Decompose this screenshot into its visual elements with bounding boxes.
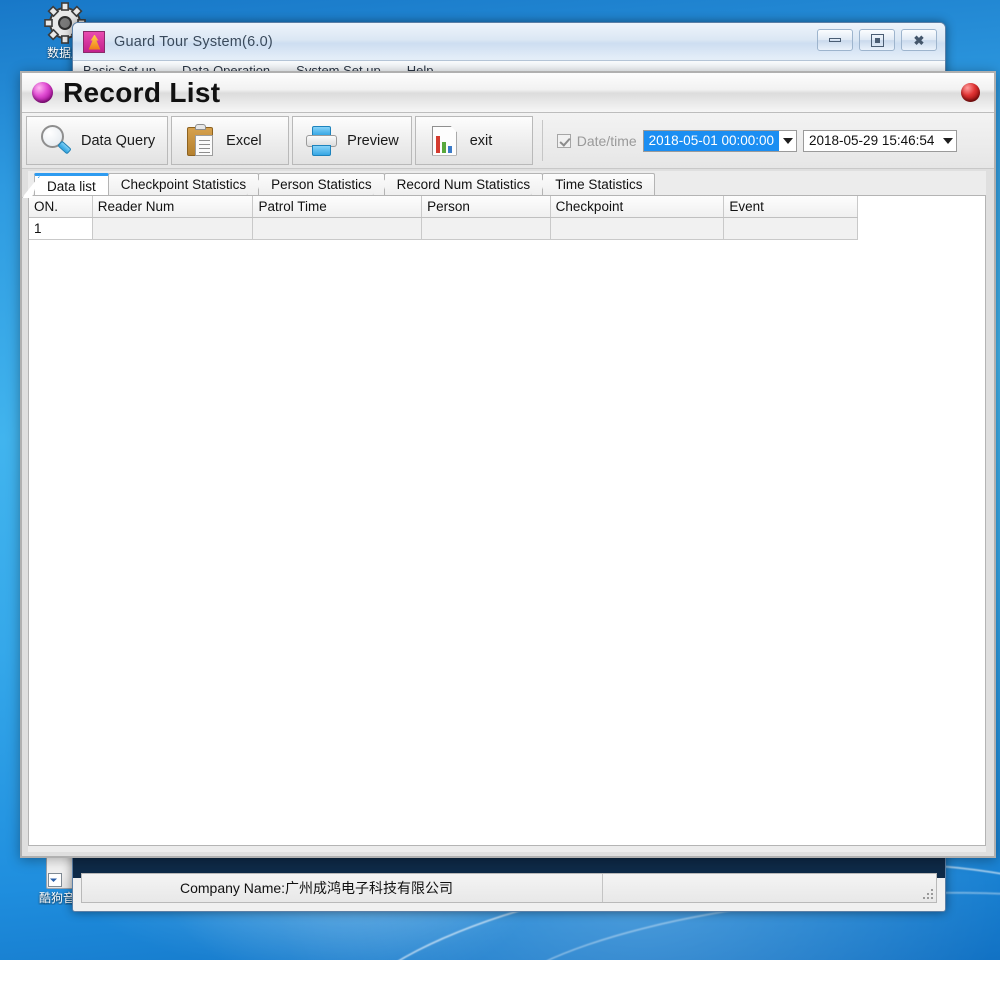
tab-person-statistics[interactable]: Person Statistics — [258, 173, 385, 195]
cell-reader-num — [92, 217, 254, 240]
company-name-label: Company Name:广州成鸿电子科技有限公司 — [180, 880, 454, 896]
date-to-dropdown-icon[interactable] — [939, 130, 957, 151]
column-header-patrol-time[interactable]: Patrol Time — [252, 196, 423, 218]
record-list-title: Record List — [63, 76, 221, 108]
date-to-value: 2018-05-29 15:46:54 — [809, 132, 935, 148]
statusbar-divider — [602, 874, 603, 902]
tab-data-list[interactable]: Data list — [34, 173, 109, 195]
chart-document-icon — [428, 124, 462, 158]
maximize-icon — [870, 33, 884, 47]
date-to-field[interactable]: 2018-05-29 15:46:54 — [803, 129, 958, 152]
record-list-content: Data list Checkpoint Statistics Person S… — [28, 171, 986, 846]
clipboard-icon — [184, 123, 218, 158]
cell-patrol-time — [252, 217, 423, 240]
column-header-event[interactable]: Event — [723, 196, 858, 218]
datetime-checkbox-label: Date/time — [576, 132, 637, 149]
purple-orb-icon — [32, 82, 53, 103]
cell-checkpoint — [550, 217, 725, 240]
data-query-button[interactable]: Data Query — [26, 116, 169, 165]
app-icon — [83, 30, 105, 53]
tab-label: Person Statistics — [271, 177, 372, 192]
exit-button[interactable]: exit — [414, 116, 533, 165]
excel-button[interactable]: Excel — [171, 116, 290, 165]
screen-bottom-strip — [0, 960, 1000, 1000]
preview-label: Preview — [347, 132, 399, 149]
datetime-filter-group: Date/time 2018-05-01 00:00:00 2018-05-29… — [551, 116, 958, 165]
cell-event — [723, 217, 858, 240]
date-from-value: 2018-05-01 00:00:00 — [643, 130, 780, 151]
parent-statusbar: Company Name:广州成鸿电子科技有限公司 — [81, 873, 937, 903]
date-from-field[interactable]: 2018-05-01 00:00:00 — [642, 129, 798, 152]
tab-time-statistics[interactable]: Time Statistics — [542, 173, 656, 195]
exit-label: exit — [469, 132, 493, 149]
checkbox-icon — [556, 133, 571, 148]
printer-icon — [305, 124, 339, 158]
column-header-checkpoint[interactable]: Checkpoint — [550, 196, 725, 218]
tab-label: Data list — [47, 179, 96, 194]
screen: 数据库 酷狗音乐 Guard Tour System(6.0) ✖ Compan… — [0, 0, 1000, 1000]
record-list-toolbar: Data Query Excel Preview exit Date/time … — [22, 113, 994, 169]
table-header-row: ON. Reader Num Patrol Time Person Checkp… — [29, 196, 858, 218]
record-list-titlebar[interactable]: Record List — [22, 73, 994, 113]
parent-titlebar[interactable]: Guard Tour System(6.0) ✖ — [73, 23, 945, 61]
resize-grip[interactable] — [921, 887, 933, 899]
window-controls: ✖ — [817, 29, 937, 51]
preview-button[interactable]: Preview — [292, 116, 412, 165]
column-header-reader-num[interactable]: Reader Num — [92, 196, 254, 218]
maximize-button[interactable] — [859, 29, 895, 51]
cell-person — [421, 217, 551, 240]
data-query-label: Data Query — [81, 132, 156, 149]
data-grid-area[interactable]: ON. Reader Num Patrol Time Person Checkp… — [28, 195, 986, 846]
tab-strip: Data list Checkpoint Statistics Person S… — [28, 171, 986, 195]
excel-label: Excel — [226, 132, 262, 149]
close-orb-button[interactable] — [961, 83, 980, 102]
tab-checkpoint-statistics[interactable]: Checkpoint Statistics — [107, 173, 260, 195]
table-row[interactable]: 1 — [29, 217, 858, 240]
record-list-bottom-strip — [28, 846, 986, 852]
cell-on: 1 — [29, 217, 93, 240]
minimize-icon — [829, 38, 841, 42]
toolbar-divider — [541, 120, 543, 161]
tab-label: Record Num Statistics — [396, 177, 531, 192]
tab-label: Checkpoint Statistics — [120, 177, 247, 192]
date-from-dropdown-icon[interactable] — [779, 130, 797, 151]
column-header-person[interactable]: Person — [421, 196, 551, 218]
minimize-button[interactable] — [817, 29, 853, 51]
shortcut-arrow-icon — [48, 873, 62, 887]
datetime-checkbox[interactable]: Date/time — [556, 132, 637, 149]
close-button[interactable]: ✖ — [901, 29, 937, 51]
tab-record-num-statistics[interactable]: Record Num Statistics — [383, 173, 544, 195]
magnifier-icon — [39, 124, 73, 158]
record-list-window: Record List Data Query Excel Preview exi… — [20, 71, 996, 858]
records-table: ON. Reader Num Patrol Time Person Checkp… — [29, 196, 858, 240]
parent-window-title: Guard Tour System(6.0) — [114, 33, 273, 50]
close-icon: ✖ — [913, 32, 925, 48]
tab-label: Time Statistics — [555, 177, 643, 192]
column-header-on[interactable]: ON. — [29, 196, 93, 218]
